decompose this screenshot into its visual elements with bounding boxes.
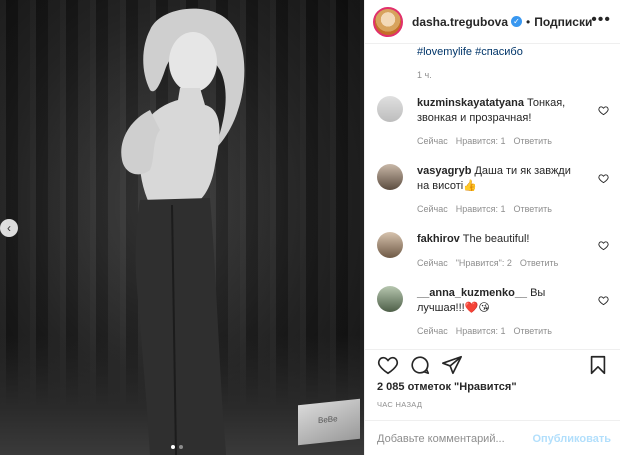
- comment-time: Сейчас: [417, 136, 448, 146]
- comment-body: __anna_kuzmenko__ Вы лучшая!!!❤️😘: [417, 286, 585, 316]
- comment-body: kuzminskayatatyana Тонкая, звонкая и проз…: [417, 96, 585, 126]
- post-header: dasha.tregubova ✓ • Подписки •••: [365, 0, 620, 44]
- commenter-avatar[interactable]: [377, 164, 403, 190]
- instagram-post: BeBe ‹ dasha.tregubova ✓ • Подписки ••• …: [0, 0, 620, 455]
- box-label: BeBe: [318, 414, 338, 426]
- woman-figure: [121, 8, 245, 455]
- header-separator: •: [526, 14, 531, 29]
- comment-meta: Сейчас Нравится: 1 Ответить: [417, 326, 552, 336]
- chevron-left-icon: ‹: [7, 221, 11, 235]
- more-options-icon[interactable]: •••: [591, 11, 611, 29]
- caption-timestamp: 1 ч.: [417, 70, 432, 80]
- caption-hashtags[interactable]: #lovemylife #спасибо: [417, 46, 523, 58]
- reply-button[interactable]: Ответить: [513, 136, 551, 146]
- comment-input[interactable]: [377, 430, 537, 448]
- cardboard-box: BeBe: [298, 398, 360, 446]
- commenter-username[interactable]: vasyagryb: [417, 165, 471, 177]
- post-timestamp: ЧАС НАЗАД: [377, 400, 423, 409]
- commenter-avatar[interactable]: [377, 96, 403, 122]
- post-side-panel: dasha.tregubova ✓ • Подписки ••• #lovemy…: [364, 0, 620, 455]
- comment-meta: Сейчас "Нравится": 2 Ответить: [417, 258, 558, 268]
- comment-time: Сейчас: [417, 326, 448, 336]
- comment-likes[interactable]: Нравится: 1: [456, 326, 506, 336]
- comment-body: vasyagryb Даша ти як завжди на висоті👍: [417, 164, 585, 194]
- comment-heart-icon[interactable]: [598, 173, 609, 184]
- verified-badge-icon: ✓: [511, 16, 523, 27]
- commenter-username[interactable]: __anna_kuzmenko__: [417, 287, 527, 299]
- heart-icon[interactable]: [377, 354, 399, 376]
- carousel-dot-active: [171, 445, 175, 449]
- commenter-avatar[interactable]: [377, 286, 403, 312]
- reply-button[interactable]: Ответить: [513, 204, 551, 214]
- author-avatar[interactable]: [373, 6, 403, 37]
- comment-icon[interactable]: [409, 354, 431, 376]
- likes-count[interactable]: 2 085 отметок "Нравится": [377, 381, 517, 393]
- comment-time: Сейчас: [417, 258, 448, 268]
- commenter-username[interactable]: fakhirov: [417, 233, 460, 245]
- carousel-dot: [179, 445, 183, 449]
- carousel-indicator: [171, 445, 183, 449]
- post-actions-bar: [365, 349, 620, 380]
- comment-meta: Сейчас Нравится: 1 Ответить: [417, 136, 552, 146]
- previous-photo-button[interactable]: ‹: [0, 219, 18, 237]
- comment-time: Сейчас: [417, 204, 448, 214]
- comment-text: The beautiful!: [462, 233, 530, 245]
- comments-list[interactable]: #lovemylife #спасибо 1 ч. kuzminskayatat…: [365, 44, 620, 349]
- commenter-avatar[interactable]: [377, 232, 403, 258]
- commenter-username[interactable]: kuzminskayatatyana: [417, 97, 524, 109]
- reply-button[interactable]: Ответить: [513, 326, 551, 336]
- comment-likes[interactable]: Нравится: 1: [456, 204, 506, 214]
- comment-heart-icon[interactable]: [598, 105, 609, 116]
- publish-button[interactable]: Опубликовать: [532, 433, 611, 445]
- comment-heart-icon[interactable]: [598, 295, 609, 306]
- comment-heart-icon[interactable]: [598, 240, 609, 251]
- following-button[interactable]: Подписки: [534, 15, 592, 29]
- author-username[interactable]: dasha.tregubova: [412, 15, 508, 29]
- comment-likes[interactable]: Нравится: 1: [456, 136, 506, 146]
- comment-meta: Сейчас Нравится: 1 Ответить: [417, 204, 552, 214]
- comment-likes[interactable]: "Нравится": 2: [456, 258, 512, 268]
- comment-body: fakhirov The beautiful!: [417, 232, 585, 247]
- post-photo[interactable]: BeBe ‹: [0, 0, 364, 455]
- comment-composer: Опубликовать: [365, 420, 620, 455]
- paper-plane-icon[interactable]: [441, 354, 463, 376]
- bookmark-icon[interactable]: [587, 354, 609, 376]
- reply-button[interactable]: Ответить: [520, 258, 558, 268]
